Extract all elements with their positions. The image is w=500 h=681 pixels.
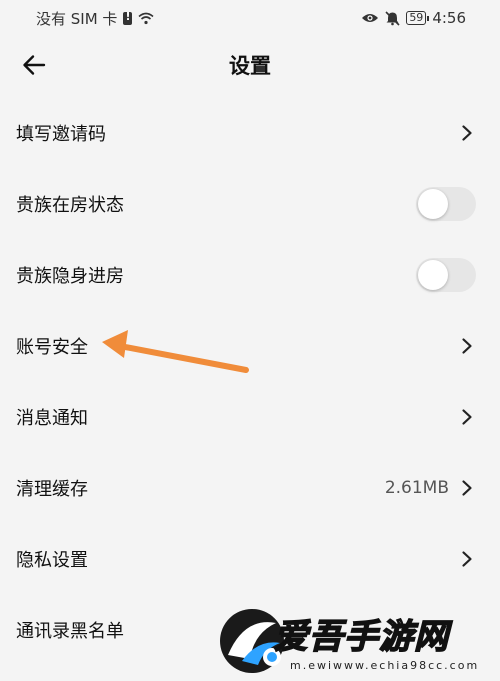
setting-noble-invisible: 贵族隐身进房 [0,239,500,310]
annotation-arrow [102,330,249,373]
noble-room-status-toggle[interactable] [416,186,476,221]
setting-label: 通讯录黑名单 [16,620,124,642]
chevron-right-icon [462,479,472,496]
setting-label: 贵族在房状态 [16,194,124,216]
watermark: 爱吾手游网 m.ewiwww.echia98cc.com [214,603,500,681]
carrier-text: 没有 SIM 卡 [36,9,118,28]
setting-notifications[interactable]: 消息通知 [0,381,500,452]
page-title: 设置 [229,54,271,78]
bell-muted-icon [385,10,400,26]
noble-invisible-toggle[interactable] [416,257,476,292]
battery-indicator: 59 [406,11,430,25]
cache-size-value: 2.61MB [384,477,449,498]
setting-label: 消息通知 [16,407,88,429]
chevron-right-icon [462,337,472,354]
status-right: 59 4:56 [361,9,466,27]
back-button[interactable] [18,49,50,81]
chevron-right-icon [462,550,472,567]
status-left: 没有 SIM 卡 [36,8,154,29]
setting-noble-room-status: 贵族在房状态 [0,168,500,239]
toggle-knob [418,188,448,219]
setting-label: 清理缓存 [16,478,88,500]
setting-invite-code[interactable]: 填写邀请码 [0,97,500,168]
setting-label: 填写邀请码 [16,123,106,145]
eye-icon [362,14,379,22]
chevron-right-icon [462,124,472,141]
setting-label: 隐私设置 [16,549,88,571]
setting-label: 账号安全 [16,336,88,358]
toggle-knob [418,259,448,290]
clock-time: 4:56 [432,9,466,27]
setting-privacy[interactable]: 隐私设置 [0,523,500,594]
arrow-left-icon [23,55,46,75]
status-bar: 没有 SIM 卡 59 4:56 [0,0,500,36]
watermark-url: m.ewiwww.echia98cc.com [290,659,480,672]
setting-right: 2.61MB [385,478,473,498]
setting-clear-cache[interactable]: 清理缓存 2.61MB [0,452,500,523]
sim-alert-icon [123,10,133,25]
chevron-right-icon [462,408,472,425]
setting-label: 贵族隐身进房 [16,265,124,287]
page-header: 设置 [0,36,500,94]
wifi-icon [138,12,154,24]
watermark-text: 爱吾手游网 [273,616,449,658]
